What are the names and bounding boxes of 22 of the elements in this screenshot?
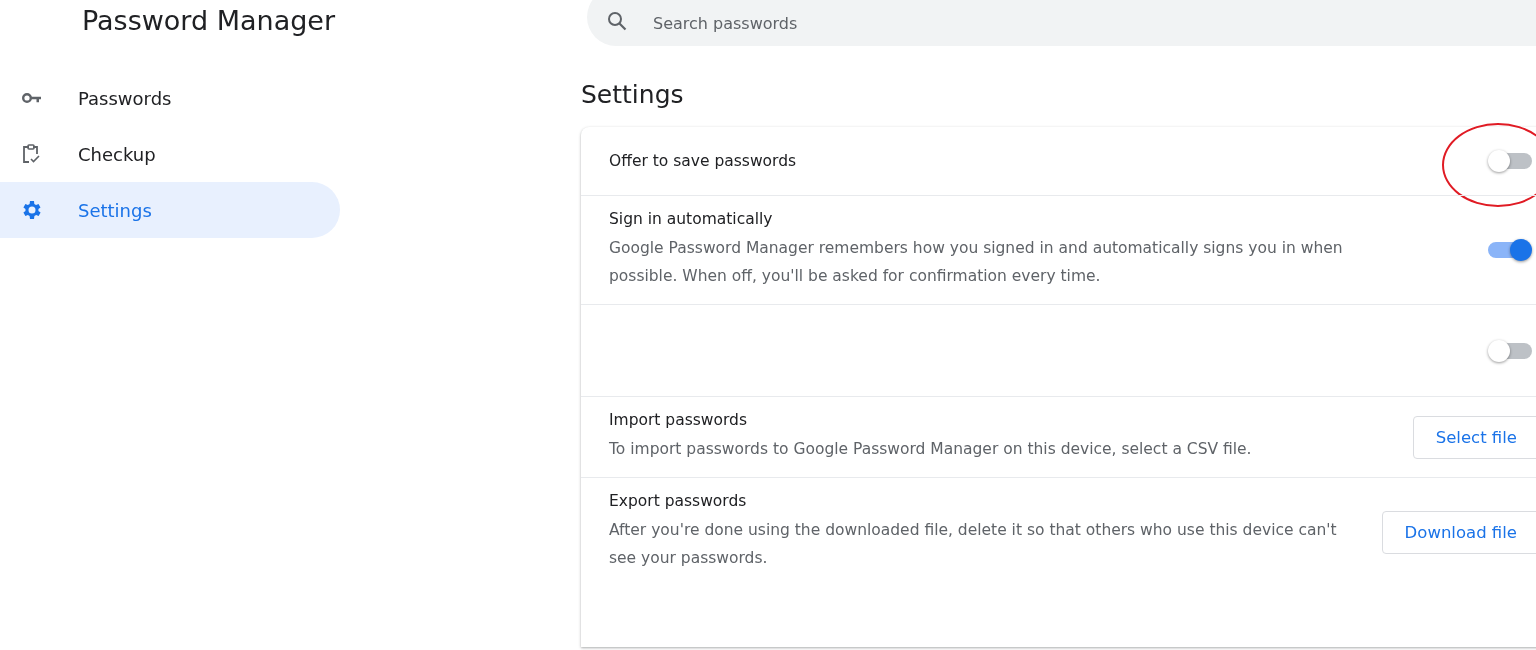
sidebar-item[interactable]: Settings: [0, 182, 340, 238]
toggle-switch[interactable]: [1488, 339, 1532, 362]
search-field[interactable]: Search passwords: [587, 0, 1536, 46]
file-button[interactable]: Select file: [1412, 415, 1536, 459]
setting-description: To import passwords to Google Password Manager on this device, select a CSV file.: [609, 439, 1253, 460]
setting-description: Google Password Manager remembers how you signed in and automatically signs you in when possible. When off, you'll be asked for confirmation every time.: [609, 238, 1344, 287]
setting-description: After you're done using the downloaded file, delete it so that others who use this device can't see your passwords.: [609, 520, 1338, 569]
toggle-switch[interactable]: [1488, 150, 1532, 172]
sidebar-item[interactable]: Checkup: [0, 126, 340, 182]
setting-title: Export passwords: [609, 492, 748, 510]
search-icon: [607, 11, 627, 31]
setting-title: Offer to save passwords: [609, 152, 798, 170]
file-button[interactable]: Download file: [1381, 510, 1536, 554]
section-heading: Settings: [581, 80, 684, 109]
sidebar-item[interactable]: Passwords: [0, 70, 340, 126]
setting-title: Import passwords: [609, 411, 749, 429]
toggle-switch[interactable]: [1488, 239, 1532, 261]
app-title: Password Manager: [82, 4, 336, 38]
setting-title: Sign in automatically: [609, 210, 774, 228]
key-icon: [22, 92, 42, 104]
clipboard-check-icon: [22, 144, 40, 164]
settings-icon: [22, 200, 42, 220]
